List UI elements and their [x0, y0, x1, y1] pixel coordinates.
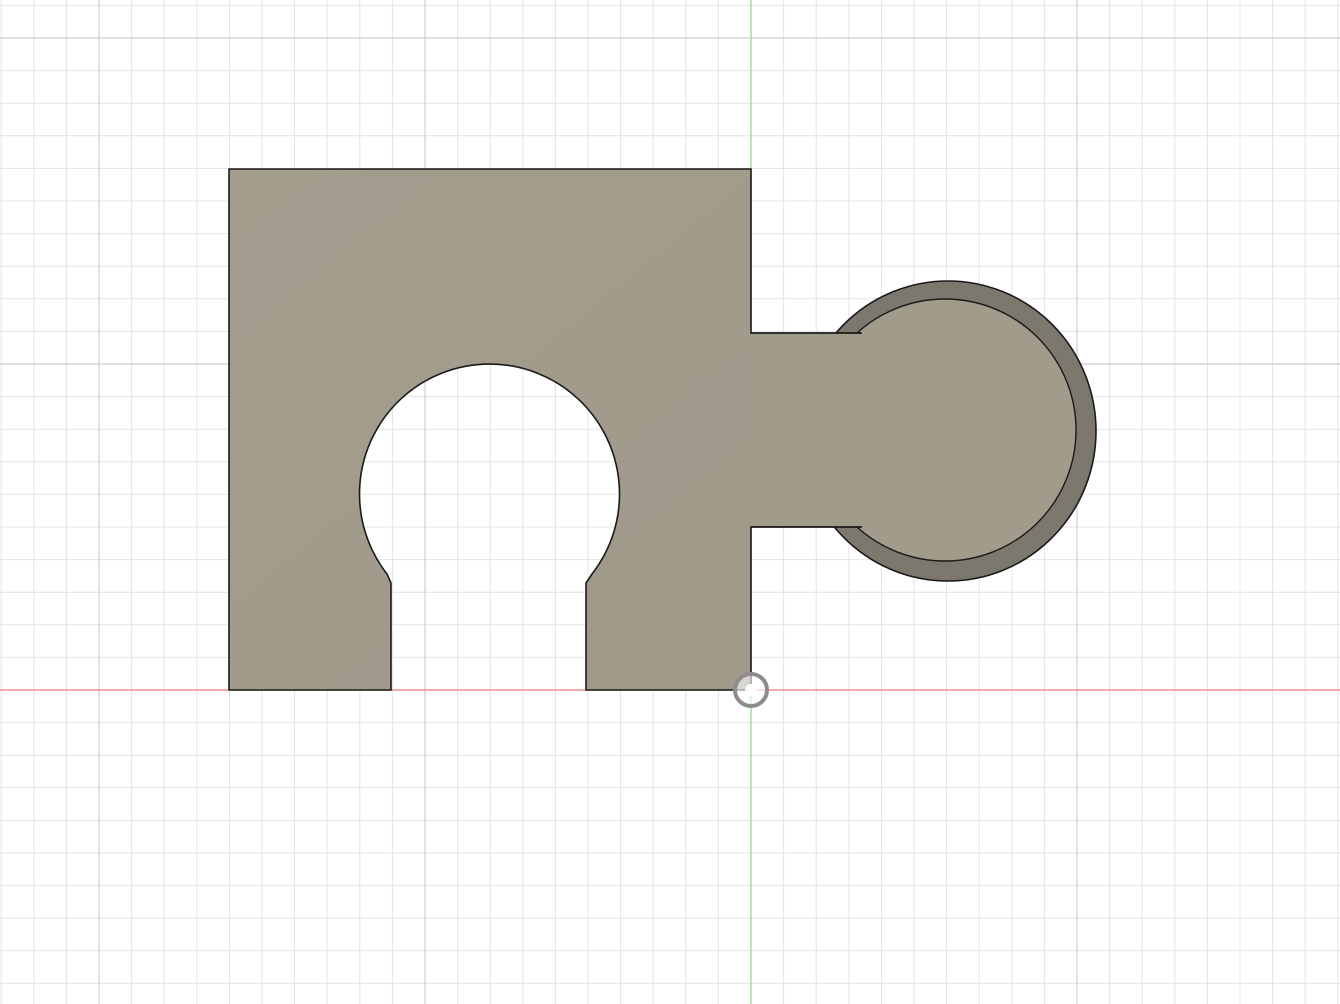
neck-fill — [750, 334, 880, 526]
origin-circle-icon[interactable] — [733, 672, 769, 708]
sketch-viewport[interactable] — [0, 0, 1340, 1004]
canvas-svg[interactable] — [0, 0, 1340, 1004]
